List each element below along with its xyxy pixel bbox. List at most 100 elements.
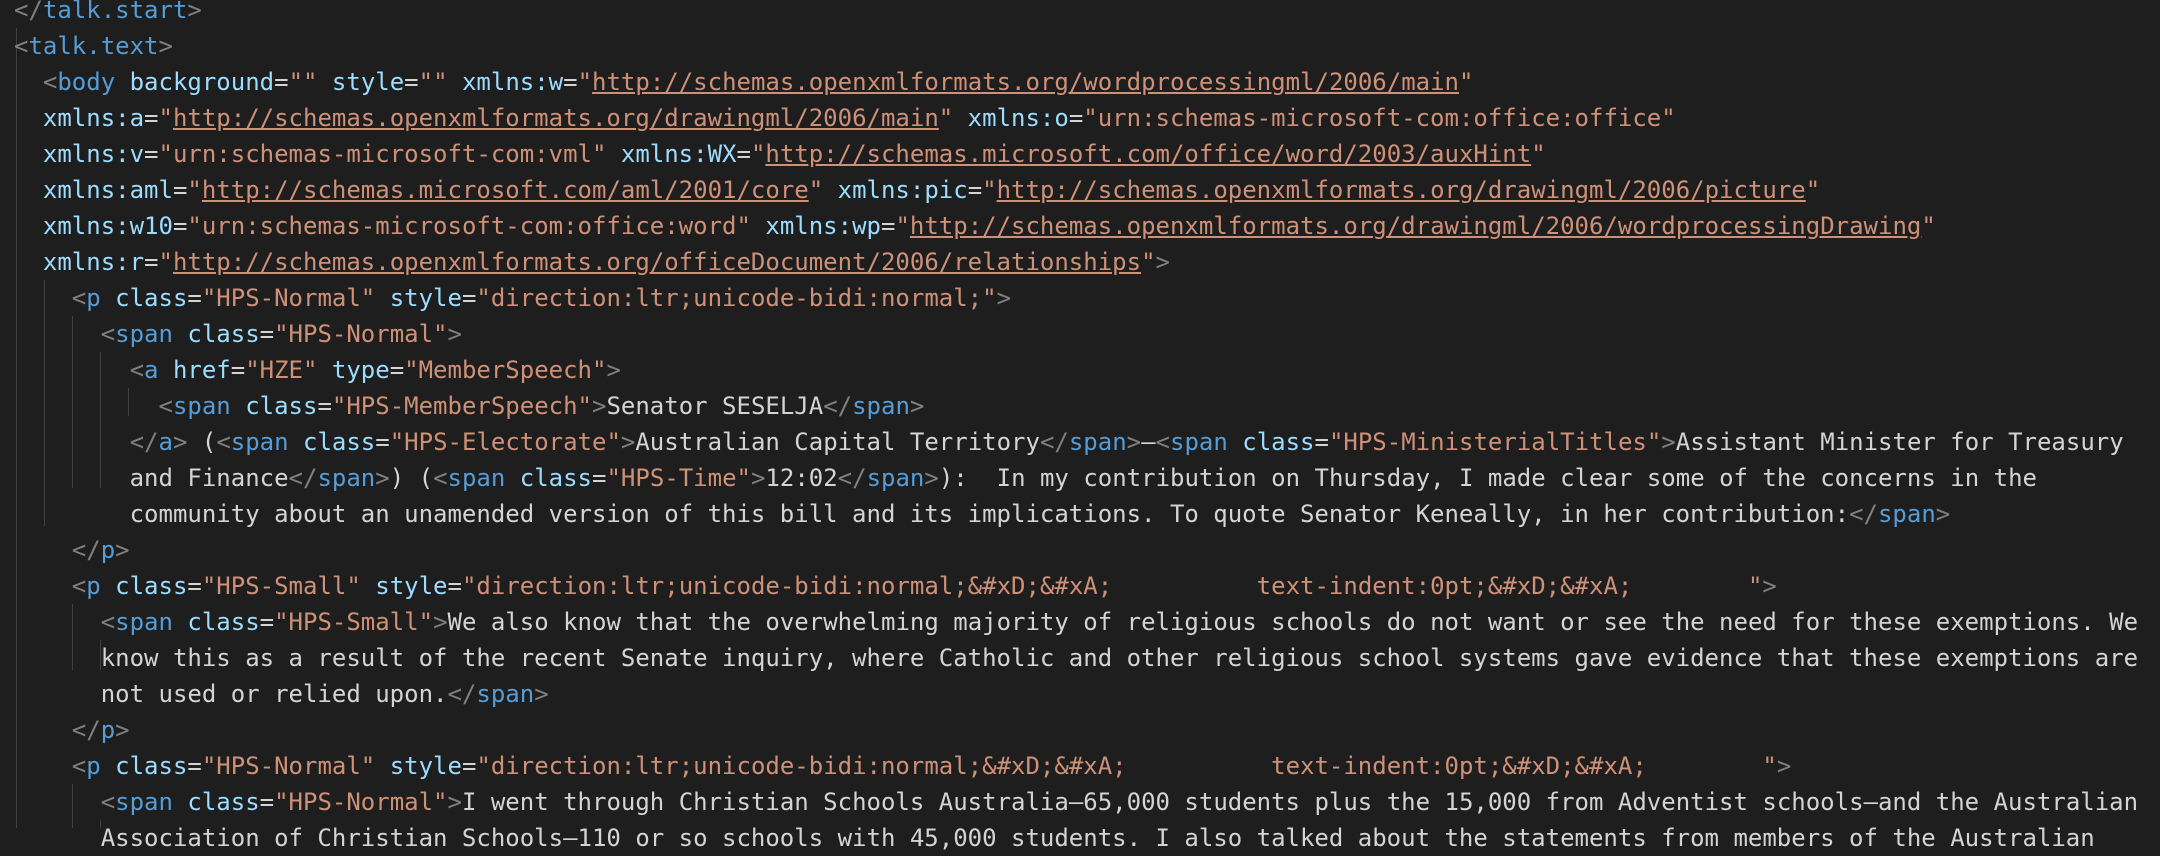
code-line[interactable]: </talk.start>	[14, 0, 202, 28]
code-line[interactable]: xmlns:r="http://schemas.openxmlformats.o…	[14, 244, 1170, 280]
code-token: "	[158, 104, 173, 132]
code-token: <	[14, 320, 116, 348]
code-line[interactable]: Association of Christian Schools—110 or …	[14, 820, 2095, 856]
code-token: </	[14, 536, 101, 564]
code-token[interactable]: http://schemas.openxmlformats.org/drawin…	[173, 104, 939, 132]
code-line[interactable]: </p>	[14, 712, 130, 748]
code-token[interactable]: http://schemas.openxmlformats.org/office…	[173, 248, 1141, 276]
code-token: >	[996, 284, 1012, 312]
code-token: "	[750, 140, 766, 168]
code-token: =	[172, 176, 188, 204]
code-token: "HPS-Normal"	[274, 320, 448, 348]
code-token: style	[375, 752, 462, 780]
code-line[interactable]: <span class="HPS-Normal">	[14, 316, 462, 352]
code-token: type	[317, 356, 390, 384]
code-token: class	[1227, 428, 1315, 456]
code-token: =	[461, 284, 477, 312]
code-token: >	[750, 464, 766, 492]
code-token: ""	[288, 68, 318, 96]
code-token: </	[1849, 500, 1878, 528]
code-token: span	[115, 788, 173, 816]
code-token: xmlns:wp	[750, 212, 881, 240]
code-line[interactable]: <span class="HPS-Small">We also know tha…	[14, 604, 2138, 640]
code-line[interactable]: </a> (<span class="HPS-Electorate">Austr…	[14, 424, 2124, 460]
code-token[interactable]: http://schemas.openxmlformats.org/drawin…	[997, 176, 1806, 204]
code-token: =	[447, 572, 462, 600]
code-token: =	[144, 140, 159, 168]
code-token: >	[1776, 752, 1792, 780]
code-token[interactable]: http://schemas.microsoft.com/office/word…	[765, 140, 1531, 168]
code-line[interactable]: <talk.text>	[14, 28, 173, 64]
code-line[interactable]: </p>	[14, 532, 130, 568]
code-token: We also know that the overwhelming major…	[447, 608, 2139, 636]
code-line[interactable]: <p class="HPS-Normal" style="direction:l…	[14, 280, 1011, 316]
code-line[interactable]: <p class="HPS-Small" style="direction:lt…	[14, 568, 1777, 604]
code-token: =	[172, 212, 188, 240]
code-token: >	[158, 32, 173, 60]
code-token: "	[187, 176, 202, 204]
code-token: "HPS-Electorate"	[389, 428, 621, 456]
code-line[interactable]: xmlns:w10="urn:schemas-microsoft-com:off…	[14, 208, 1936, 244]
code-token: <	[14, 32, 29, 60]
code-line[interactable]: community about an unamended version of …	[14, 496, 1951, 532]
code-line[interactable]: <span class="HPS-Normal">I went through …	[14, 784, 2138, 820]
code-token: >	[909, 392, 925, 420]
code-token: class	[100, 284, 188, 312]
code-token: class	[172, 788, 260, 816]
code-token: "HPS-Small"	[201, 572, 361, 600]
code-token: <	[14, 572, 87, 600]
code-line[interactable]: xmlns:a="http://schemas.openxmlformats.o…	[14, 100, 1676, 136]
code-line[interactable]: <span class="HPS-MemberSpeech">Senator S…	[14, 388, 924, 424]
code-token[interactable]: http://schemas.openxmlformats.org/wordpr…	[592, 68, 1459, 96]
code-token: talk.start	[42, 0, 188, 24]
code-token: "HPS-MinisterialTitles"	[1328, 428, 1662, 456]
code-token: =	[187, 752, 202, 780]
code-token: "HPS-Normal"	[201, 284, 376, 312]
code-token[interactable]: http://schemas.openxmlformats.org/drawin…	[910, 212, 1921, 240]
code-line[interactable]: and Finance</span>) (<span class="HPS-Ti…	[14, 460, 2037, 496]
code-token: </	[823, 392, 853, 420]
code-token: a	[144, 356, 159, 384]
code-token: =	[274, 68, 289, 96]
code-line[interactable]: not used or relied upon.</span>	[14, 676, 549, 712]
code-token: span	[230, 428, 289, 456]
code-line[interactable]: xmlns:aml="http://schemas.microsoft.com/…	[14, 172, 1820, 208]
code-token: >	[1155, 248, 1170, 276]
code-token: >	[433, 608, 448, 636]
code-token: "	[1805, 176, 1821, 204]
code-token: "direction:ltr;unicode-bidi:normal;"	[476, 284, 997, 312]
code-line[interactable]: xmlns:v="urn:schemas-microsoft-com:vml" …	[14, 136, 1546, 172]
code-token: <	[14, 356, 145, 384]
code-token: xmlns:a	[14, 104, 145, 132]
code-line[interactable]: <p class="HPS-Normal" style="direction:l…	[14, 748, 1792, 784]
code-token: </	[1039, 428, 1069, 456]
code-token[interactable]: http://schemas.microsoft.com/aml/2001/co…	[202, 176, 809, 204]
code-token: "urn:schemas-microsoft-com:vml"	[158, 140, 607, 168]
code-token: =	[736, 140, 751, 168]
code-token: 12:02	[765, 464, 838, 492]
code-token: Australian Capital Territory	[635, 428, 1040, 456]
code-token: "HPS-Time"	[606, 464, 751, 492]
code-token: and Finance	[14, 464, 289, 492]
code-token: community about an unamended version of …	[14, 500, 1850, 528]
code-line[interactable]: know this as a result of the recent Sena…	[14, 640, 2138, 676]
code-token: xmlns:v	[14, 140, 145, 168]
code-token: span	[115, 608, 173, 636]
code-token: =	[187, 572, 202, 600]
code-token: =	[880, 212, 896, 240]
code-token: </	[14, 716, 101, 744]
code-token: =	[592, 464, 607, 492]
code-token: know this as a result of the recent Sena…	[14, 644, 2139, 672]
code-token: span	[317, 464, 376, 492]
code-token: class	[172, 608, 260, 636]
code-token: </	[447, 680, 477, 708]
code-token: =	[259, 320, 275, 348]
code-line[interactable]: <a href="HZE" type="MemberSpeech">	[14, 352, 621, 388]
code-token: =	[404, 68, 419, 96]
code-token: "HPS-MemberSpeech"	[331, 392, 592, 420]
code-token: span	[1068, 428, 1127, 456]
code-token: =	[461, 752, 477, 780]
code-token: style	[317, 68, 405, 96]
code-line[interactable]: <body background="" style="" xmlns:w="ht…	[14, 64, 1474, 100]
code-token: "urn:schemas-microsoft-com:office:office…	[1083, 104, 1676, 132]
